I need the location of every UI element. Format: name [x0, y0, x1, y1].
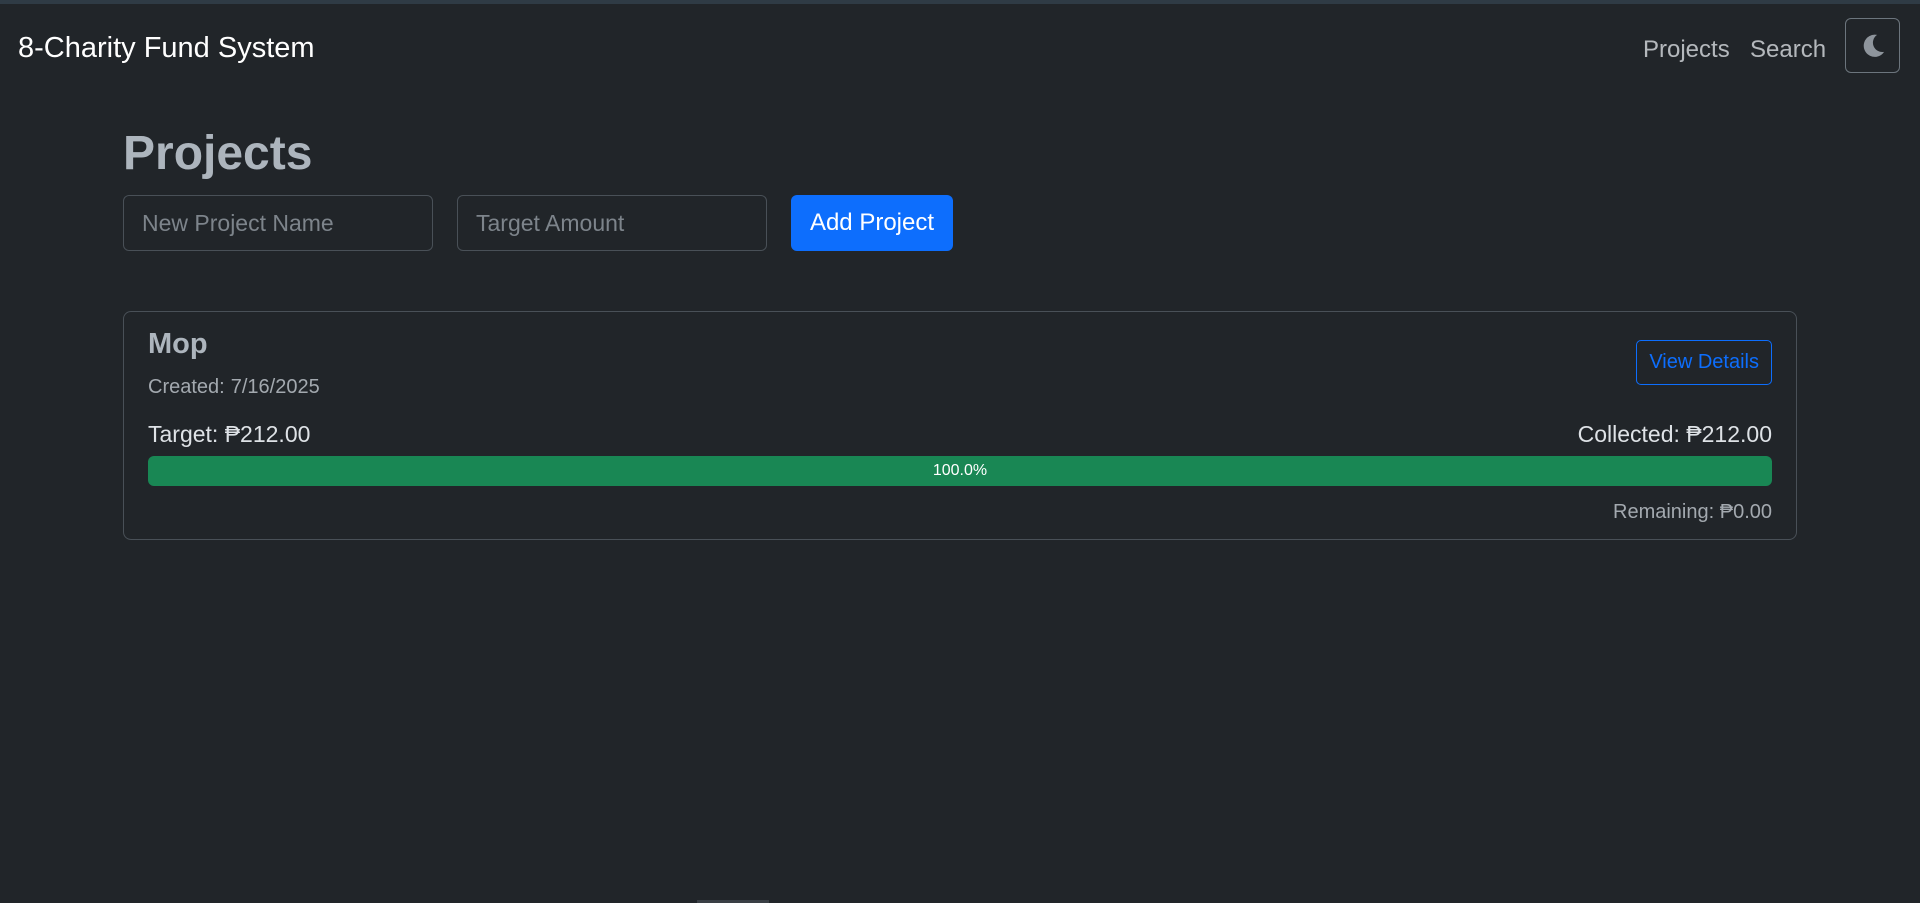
target-label: Target:: [148, 421, 219, 447]
view-details-button[interactable]: View Details: [1636, 340, 1772, 385]
target-value: ₱212.00: [224, 421, 311, 447]
navbar: 8-Charity Fund System Projects Search: [0, 4, 1920, 94]
theme-toggle-button[interactable]: [1845, 18, 1900, 73]
progress-bar: 100.0%: [148, 456, 1772, 486]
remaining-label: Remaining:: [1613, 501, 1715, 523]
collected-value: ₱212.00: [1686, 421, 1772, 447]
brand-link[interactable]: 8-Charity Fund System: [18, 32, 315, 65]
project-target: Target: ₱212.00: [148, 421, 310, 448]
nav-link-search[interactable]: Search: [1750, 36, 1826, 64]
new-project-name-input[interactable]: [123, 195, 433, 251]
progress-track: 100.0%: [148, 456, 1772, 486]
page-title: Projects: [123, 127, 313, 180]
add-project-button[interactable]: Add Project: [791, 195, 953, 251]
created-label: Created:: [148, 376, 225, 398]
remaining-value: ₱0.00: [1719, 501, 1772, 523]
project-card: Mop Created: 7/16/2025 View Details Targe…: [123, 311, 1797, 540]
moon-icon: [1863, 34, 1884, 57]
project-name: Mop: [148, 328, 208, 360]
created-date: 7/16/2025: [230, 376, 320, 398]
project-remaining: Remaining: ₱0.00: [1613, 501, 1772, 524]
project-created: Created: 7/16/2025: [148, 376, 320, 399]
target-amount-input[interactable]: [457, 195, 767, 251]
project-collected: Collected: ₱212.00: [1578, 421, 1772, 448]
nav-link-projects[interactable]: Projects: [1643, 36, 1730, 64]
collected-label: Collected:: [1577, 421, 1680, 447]
